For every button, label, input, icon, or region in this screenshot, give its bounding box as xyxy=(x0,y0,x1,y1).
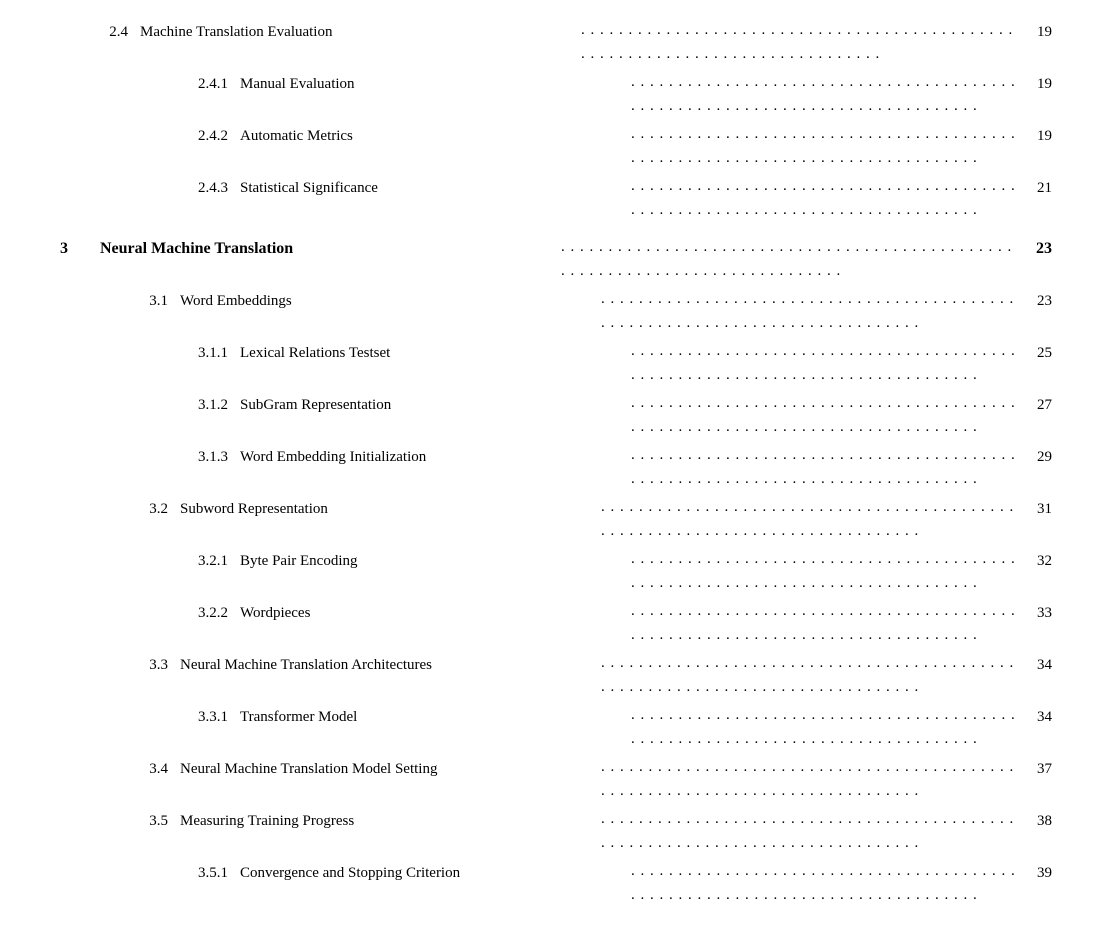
dots-leader xyxy=(631,174,1016,222)
toc-entry-2-4-2: 2.4.2 Automatic Metrics 19 xyxy=(60,124,1052,172)
entry-number: 3.1.1 xyxy=(140,341,240,365)
entry-number: 3.1.3 xyxy=(140,445,240,469)
toc-entry-3-4: 3.4 Neural Machine Translation Model Set… xyxy=(60,757,1052,805)
toc-entry-2-4: 2.4 Machine Translation Evaluation 19 xyxy=(60,20,1052,68)
chapter-number: 3 xyxy=(60,236,100,262)
toc-entry-chapter-3: 3 Neural Machine Translation 23 xyxy=(60,236,1052,285)
entry-title: Word Embedding Initialization xyxy=(240,445,625,469)
entry-title: Neural Machine Translation Architectures xyxy=(180,653,595,677)
dots-leader xyxy=(631,599,1016,647)
entry-title: Convergence and Stopping Criterion xyxy=(240,861,625,885)
entry-number: 3.3 xyxy=(100,653,180,677)
dots-leader xyxy=(581,18,1016,66)
entry-title: Statistical Significance xyxy=(240,176,625,200)
entry-page: 38 xyxy=(1022,809,1052,833)
entry-page: 19 xyxy=(1022,20,1052,44)
dots-leader xyxy=(631,703,1016,751)
toc-entry-3-5-1: 3.5.1 Convergence and Stopping Criterion… xyxy=(60,861,1052,909)
entry-page: 23 xyxy=(1022,289,1052,313)
entry-page: 27 xyxy=(1022,393,1052,417)
entry-number: 2.4.2 xyxy=(140,124,240,148)
entry-page: 32 xyxy=(1022,549,1052,573)
entry-number: 3.2.1 xyxy=(140,549,240,573)
toc-entry-3-3-1: 3.3.1 Transformer Model 34 xyxy=(60,705,1052,753)
dots-leader xyxy=(561,235,1016,283)
entry-title: Transformer Model xyxy=(240,705,625,729)
entry-page: 39 xyxy=(1022,861,1052,885)
dots-leader xyxy=(631,547,1016,595)
entry-title: Wordpieces xyxy=(240,601,625,625)
entry-title: Byte Pair Encoding xyxy=(240,549,625,573)
toc-entry-3-1: 3.1 Word Embeddings 23 xyxy=(60,289,1052,337)
entry-title: Automatic Metrics xyxy=(240,124,625,148)
entry-title: Subword Representation xyxy=(180,497,595,521)
toc-entry-2-4-3: 2.4.3 Statistical Significance 21 xyxy=(60,176,1052,224)
entry-number: 3.2.2 xyxy=(140,601,240,625)
entry-number: 3.1 xyxy=(100,289,180,313)
entry-number: 3.5.1 xyxy=(140,861,240,885)
entry-page: 34 xyxy=(1022,653,1052,677)
entry-number: 3.2 xyxy=(100,497,180,521)
dots-leader xyxy=(631,122,1016,170)
entry-title: Word Embeddings xyxy=(180,289,595,313)
chapter-title: Neural Machine Translation xyxy=(100,236,555,262)
entry-number: 2.4.3 xyxy=(140,176,240,200)
entry-page: 34 xyxy=(1022,705,1052,729)
entry-page: 31 xyxy=(1022,497,1052,521)
toc-entry-3-1-3: 3.1.3 Word Embedding Initialization 29 xyxy=(60,445,1052,493)
toc-entry-3-1-2: 3.1.2 SubGram Representation 27 xyxy=(60,393,1052,441)
entry-number: 3.1.2 xyxy=(140,393,240,417)
entry-page: 21 xyxy=(1022,176,1052,200)
toc-entry-3-2-1: 3.2.1 Byte Pair Encoding 32 xyxy=(60,549,1052,597)
entry-page: 29 xyxy=(1022,445,1052,469)
dots-leader xyxy=(631,391,1016,439)
entry-title: Lexical Relations Testset xyxy=(240,341,625,365)
dots-leader xyxy=(601,287,1016,335)
dots-leader xyxy=(631,443,1016,491)
entry-number: 2.4.1 xyxy=(140,72,240,96)
dots-leader xyxy=(631,859,1016,907)
entry-page: 19 xyxy=(1022,72,1052,96)
toc-entry-3-3: 3.3 Neural Machine Translation Architect… xyxy=(60,653,1052,701)
entry-page: 25 xyxy=(1022,341,1052,365)
toc-entry-3-1-1: 3.1.1 Lexical Relations Testset 25 xyxy=(60,341,1052,389)
toc-entry-3-5: 3.5 Measuring Training Progress 38 xyxy=(60,809,1052,857)
toc-entry-2-4-1: 2.4.1 Manual Evaluation 19 xyxy=(60,72,1052,120)
entry-page: 23 xyxy=(1022,236,1052,262)
dots-leader xyxy=(601,807,1016,855)
entry-number: 2.4 xyxy=(60,20,140,44)
entry-page: 37 xyxy=(1022,757,1052,781)
dots-leader xyxy=(601,495,1016,543)
table-of-contents: 2.4 Machine Translation Evaluation 19 2.… xyxy=(60,20,1052,909)
dots-leader xyxy=(601,755,1016,803)
entry-page: 19 xyxy=(1022,124,1052,148)
entry-number: 3.5 xyxy=(100,809,180,833)
entry-title: Manual Evaluation xyxy=(240,72,625,96)
toc-entry-3-2: 3.2 Subword Representation 31 xyxy=(60,497,1052,545)
entry-title: Machine Translation Evaluation xyxy=(140,20,575,44)
dots-leader xyxy=(601,651,1016,699)
entry-number: 3.4 xyxy=(100,757,180,781)
toc-entry-3-2-2: 3.2.2 Wordpieces 33 xyxy=(60,601,1052,649)
entry-title: SubGram Representation xyxy=(240,393,625,417)
entry-title: Neural Machine Translation Model Setting xyxy=(180,757,595,781)
entry-number: 3.3.1 xyxy=(140,705,240,729)
entry-page: 33 xyxy=(1022,601,1052,625)
dots-leader xyxy=(631,70,1016,118)
entry-title: Measuring Training Progress xyxy=(180,809,595,833)
dots-leader xyxy=(631,339,1016,387)
